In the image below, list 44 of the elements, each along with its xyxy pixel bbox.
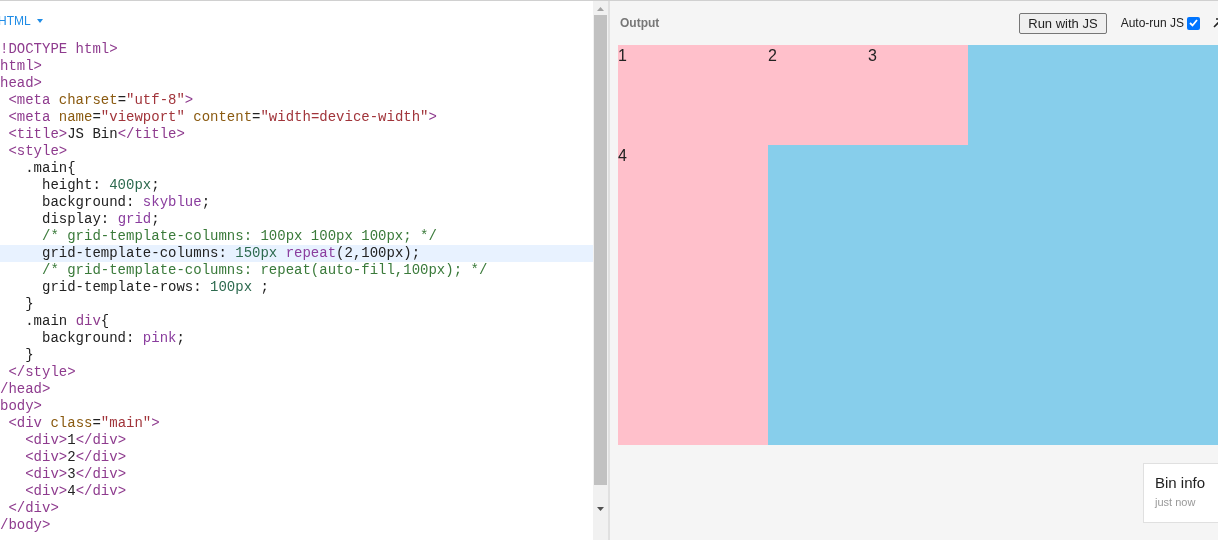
scrollbar[interactable] [593, 1, 608, 540]
code-line: <meta name="viewport" content="width=device-width"> [7, 109, 438, 126]
caret-icon [36, 19, 43, 23]
code-line: <div>4</div> [24, 483, 128, 500]
code-line: grid-template-rows: 100px ; [41, 279, 270, 296]
code-line: } [24, 296, 35, 313]
run-button[interactable]: Run with JS [1019, 12, 1107, 34]
bin-info-popup[interactable]: Bin info just now [1143, 463, 1218, 523]
code-line: <div class="main"> [7, 415, 161, 432]
grid-item: 4 [618, 145, 768, 445]
code-line: display: grid; [41, 211, 161, 228]
code-line: !DOCTYPE html> [0, 41, 119, 58]
grid-item: 2 [768, 45, 868, 145]
scrollbar-thumb[interactable] [594, 15, 607, 485]
output-title: Output [620, 15, 660, 32]
code-line: head> [0, 75, 43, 92]
code-line: <style> [7, 143, 69, 160]
code-line: background: skyblue; [41, 194, 212, 211]
scroll-up-icon[interactable] [597, 7, 604, 11]
bin-info-time: just now [1155, 495, 1197, 509]
code-line: background: pink; [41, 330, 186, 347]
code-line: /* grid-template-columns: repeat(auto-fill,100px); */ [41, 262, 489, 279]
code-line: html> [0, 58, 43, 75]
code-line: /head> [0, 381, 52, 398]
scroll-down-icon[interactable] [597, 507, 604, 511]
grid-item: 3 [868, 45, 968, 145]
auto-run-label: Auto-run JS [1120, 15, 1184, 32]
code-line: body> [0, 398, 43, 415]
code-line: .main{ [24, 160, 77, 177]
code-line: <meta charset="utf-8"> [7, 92, 195, 109]
grid-item: 1 [618, 45, 768, 145]
code-line: <div>2</div> [24, 449, 128, 466]
code-line: } [24, 347, 35, 364]
bin-info-title: Bin info [1155, 473, 1207, 493]
code-line: </style> [7, 364, 77, 381]
code-line: </div> [7, 500, 60, 517]
code-line: <div>3</div> [24, 466, 128, 483]
code-line: <div>1</div> [24, 432, 128, 449]
code-line: height: 400px; [41, 177, 161, 194]
auto-run-checkbox[interactable] [1187, 16, 1200, 30]
code-line: /* grid-template-columns: 100px 100px 100px; */ [41, 228, 438, 245]
code-line: /body> [0, 517, 52, 534]
code-line: <title>JS Bin</title> [7, 126, 186, 143]
code-line: .main div{ [24, 313, 111, 330]
